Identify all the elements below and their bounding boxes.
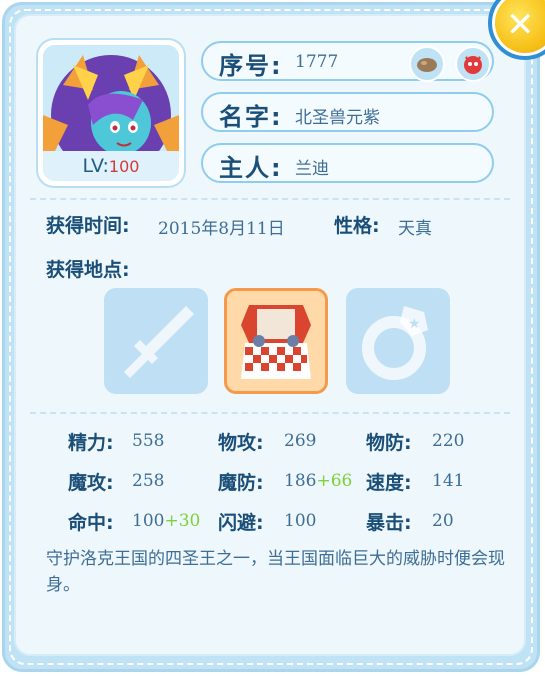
acquire-place-label: 获得地点:: [46, 259, 130, 281]
stat-hit-value: 100+30: [132, 511, 201, 531]
owner-value: 兰迪: [295, 159, 329, 179]
location-ring[interactable]: ★: [346, 288, 450, 394]
stat-mdef-label: 魔防:: [218, 472, 264, 494]
pet-avatar-card: LV:100: [38, 40, 184, 186]
ring-icon: ★: [362, 306, 428, 380]
number-value: 1777: [295, 52, 339, 72]
stat-hit-label: 命中:: [68, 512, 114, 534]
stat-hit-bonus: +30: [164, 511, 201, 531]
stat-spd-label: 速度:: [366, 472, 412, 494]
location-sword[interactable]: [104, 288, 208, 394]
sword-icon: [124, 306, 194, 378]
stat-hp-value: 558: [132, 431, 165, 451]
pet-avatar: [43, 45, 179, 155]
owner-label: 主人:: [219, 154, 283, 182]
stat-eva-value: 100: [284, 511, 317, 531]
stat-matk-label: 魔攻:: [68, 472, 114, 494]
number-row: 序号: 1777: [201, 41, 494, 82]
stat-spd-value: 141: [432, 471, 465, 491]
level-value: 100: [108, 157, 140, 176]
divider: [30, 412, 510, 414]
stat-mdef-bonus: +66: [316, 471, 353, 491]
location-armor[interactable]: [224, 288, 328, 394]
number-label: 序号:: [219, 52, 283, 80]
acquire-time-value: 2015年8月11日: [158, 219, 285, 239]
stat-def-value: 220: [432, 431, 465, 451]
demon-type-icon: [455, 46, 491, 82]
name-value: 北圣兽元紫: [295, 108, 380, 128]
nature-label: 性格:: [334, 215, 380, 237]
svg-text:★: ★: [408, 316, 421, 332]
name-row: 名字: 北圣兽元紫: [201, 92, 494, 132]
stat-atk-label: 物攻:: [218, 432, 264, 454]
acquire-time-label: 获得时间:: [46, 215, 130, 237]
stat-hp-label: 精力:: [68, 432, 114, 454]
stat-matk-value: 258: [132, 471, 165, 491]
name-label: 名字:: [219, 103, 283, 131]
level-display: LV:100: [43, 151, 179, 181]
stat-atk-value: 269: [284, 431, 317, 451]
stat-mdef-value: 186+66: [284, 471, 353, 491]
owner-row: 主人: 兰迪: [201, 143, 494, 183]
stat-eva-label: 闪避:: [218, 512, 264, 534]
close-icon: ✕: [506, 5, 535, 45]
level-prefix: LV:: [82, 155, 109, 177]
stat-def-label: 物防:: [366, 432, 412, 454]
stat-crit-label: 暴击:: [366, 512, 412, 534]
armor-icon: [241, 305, 311, 379]
rock-type-icon: [409, 46, 445, 82]
pet-description: 守护洛克王国的四圣王之一，当王国面临巨大的威胁时便会现身。: [46, 549, 505, 595]
divider: [30, 198, 510, 200]
stat-crit-value: 20: [432, 511, 454, 531]
nature-value: 天真: [398, 219, 432, 239]
